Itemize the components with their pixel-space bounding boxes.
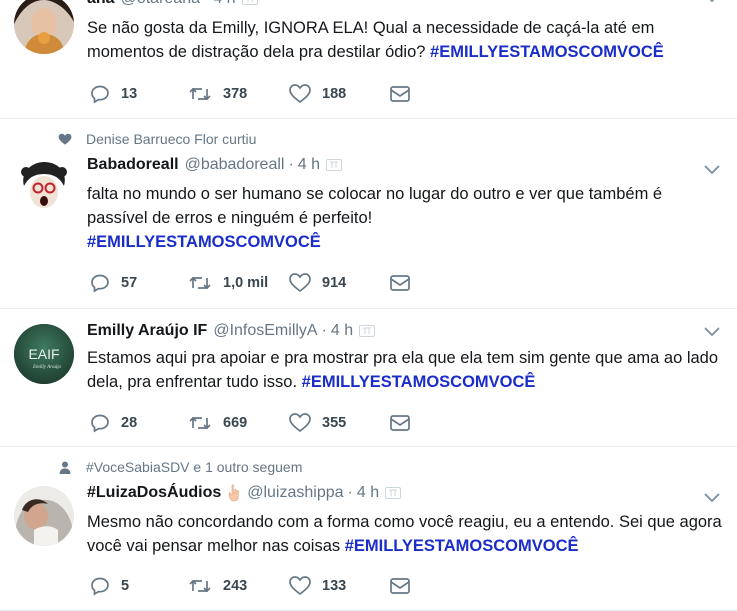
tweet-header: #LuizaDosÁudios @luizashippa · 4 h (87, 484, 402, 502)
hashtag-link[interactable]: #EMILLYESTAMOSCOMVOCÊ (302, 373, 536, 391)
reply-icon (91, 85, 109, 104)
avatar[interactable] (14, 0, 74, 54)
like-button[interactable]: 914 (289, 273, 346, 293)
tweet-text: Se não gosta da Emilly, IGNORA ELA! Qual… (87, 16, 727, 64)
reply-button[interactable]: 28 (90, 413, 137, 433)
hand-emoji-icon (228, 484, 239, 502)
direct-message-button[interactable] (390, 415, 421, 431)
translate-icon (359, 325, 376, 337)
envelope-icon (390, 275, 410, 291)
avatar-text: EAIF (28, 346, 59, 362)
like-button[interactable]: 355 (289, 413, 346, 433)
chevron-down-icon[interactable] (703, 326, 721, 338)
author-handle[interactable]: @babadoreall (185, 156, 285, 174)
envelope-icon (390, 86, 410, 102)
like-count: 914 (322, 275, 347, 291)
separator-dot: · (321, 322, 327, 339)
like-count: 188 (322, 86, 347, 102)
heart-icon (289, 84, 311, 104)
reply-icon (91, 414, 109, 433)
author-handle[interactable]: @luizashippa (247, 484, 343, 502)
chevron-down-icon[interactable] (703, 0, 721, 4)
translate-icon (326, 159, 343, 171)
tweet-header: Babadoreall @babadoreall · 4 h (87, 156, 343, 174)
like-count: 355 (322, 415, 347, 431)
heart-icon (289, 576, 311, 596)
person-icon (58, 460, 72, 474)
like-count: 133 (322, 578, 347, 594)
social-context: Denise Barrueco Flor curtiu (58, 131, 256, 147)
reply-button[interactable]: 5 (90, 576, 129, 596)
author-name[interactable]: ana (87, 0, 115, 8)
retweet-count: 378 (223, 86, 248, 102)
envelope-icon (390, 415, 410, 431)
heart-icon (289, 413, 311, 433)
retweet-button[interactable]: 243 (188, 576, 247, 596)
reply-count: 13 (121, 86, 138, 102)
retweet-count: 1,0 mil (223, 275, 269, 291)
reply-button[interactable]: 57 (90, 273, 137, 293)
tweet-text: Mesmo não concordando com a forma como v… (87, 510, 727, 558)
hashtag-link[interactable]: #EMILLYESTAMOSCOMVOCÊ (345, 537, 579, 555)
timestamp[interactable]: 4 h (331, 322, 353, 340)
timestamp[interactable]: 4 h (357, 484, 379, 502)
heart-icon (289, 273, 311, 293)
retweet-icon (189, 416, 211, 430)
retweet-icon (189, 87, 211, 101)
author-name[interactable]: Babadoreall (87, 156, 179, 174)
avatar-subtext: Emilly Araújo (32, 365, 62, 370)
tweet[interactable]: Denise Barrueco Flor curtiu Babadoreall … (0, 118, 737, 309)
tweet[interactable]: #VoceSabiaSDV e 1 outro seguem #LuizaDos… (0, 446, 737, 611)
tweet-header: Emilly Araújo IF @InfosEmillyA · 4 h (87, 322, 376, 340)
retweet-button[interactable]: 378 (188, 84, 247, 104)
like-button[interactable]: 133 (289, 576, 346, 596)
timestamp[interactable]: 4 h (213, 0, 235, 8)
tweet[interactable]: ana @otareana · 4 h Se não gosta da Emil… (0, 0, 737, 119)
retweet-button[interactable]: 669 (188, 413, 247, 433)
envelope-icon (390, 578, 410, 594)
social-context-text[interactable]: Denise Barrueco Flor curtiu (86, 131, 256, 147)
avatar[interactable] (14, 158, 74, 218)
author-name[interactable]: #LuizaDosÁudios (87, 484, 221, 502)
reply-count: 5 (121, 578, 130, 594)
tweet[interactable]: EAIF Emilly Araújo Emilly Araújo IF @Inf… (0, 308, 737, 447)
retweet-count: 669 (223, 415, 248, 431)
avatar[interactable]: EAIF Emilly Araújo (14, 324, 74, 384)
tweet-text: Estamos aqui pra apoiar e pra mostrar pr… (87, 346, 727, 394)
avatar[interactable] (14, 486, 74, 546)
timeline-feed: ana @otareana · 4 h Se não gosta da Emil… (0, 0, 737, 611)
retweet-count: 243 (223, 578, 248, 594)
translate-icon (241, 0, 258, 5)
retweet-icon (189, 276, 211, 290)
direct-message-button[interactable] (390, 275, 421, 291)
like-button[interactable]: 188 (289, 84, 346, 104)
reply-icon (91, 577, 109, 596)
tweet-text: falta no mundo o ser humano se colocar n… (87, 182, 727, 254)
social-context-text[interactable]: #VoceSabiaSDV e 1 outro seguem (86, 459, 302, 475)
author-handle[interactable]: @otareana (121, 0, 200, 8)
separator-dot: · (288, 156, 294, 173)
translate-icon (385, 487, 402, 499)
separator-dot: · (347, 484, 353, 501)
reply-icon (91, 274, 109, 293)
reply-count: 57 (121, 275, 138, 291)
chevron-down-icon[interactable] (703, 492, 721, 504)
hashtag-link[interactable]: #EMILLYESTAMOSCOMVOCÊ (87, 233, 321, 251)
separator-dot: · (204, 0, 209, 8)
tweet-text-body: falta no mundo o ser humano se colocar n… (87, 185, 663, 227)
author-handle[interactable]: @InfosEmillyA (213, 322, 317, 340)
hashtag-link[interactable]: #EMILLYESTAMOSCOMVOCÊ (430, 43, 664, 61)
chevron-down-icon[interactable] (703, 164, 721, 176)
retweet-button[interactable]: 1,0 mil (188, 273, 268, 293)
social-context: #VoceSabiaSDV e 1 outro seguem (58, 459, 302, 475)
heart-icon (58, 132, 72, 146)
retweet-icon (189, 579, 211, 593)
direct-message-button[interactable] (390, 578, 421, 594)
reply-count: 28 (121, 415, 138, 431)
reply-button[interactable]: 13 (90, 84, 137, 104)
tweet-header: ana @otareana · 4 h (87, 0, 258, 8)
direct-message-button[interactable] (390, 86, 421, 102)
author-name[interactable]: Emilly Araújo IF (87, 322, 207, 340)
timestamp[interactable]: 4 h (298, 156, 320, 174)
